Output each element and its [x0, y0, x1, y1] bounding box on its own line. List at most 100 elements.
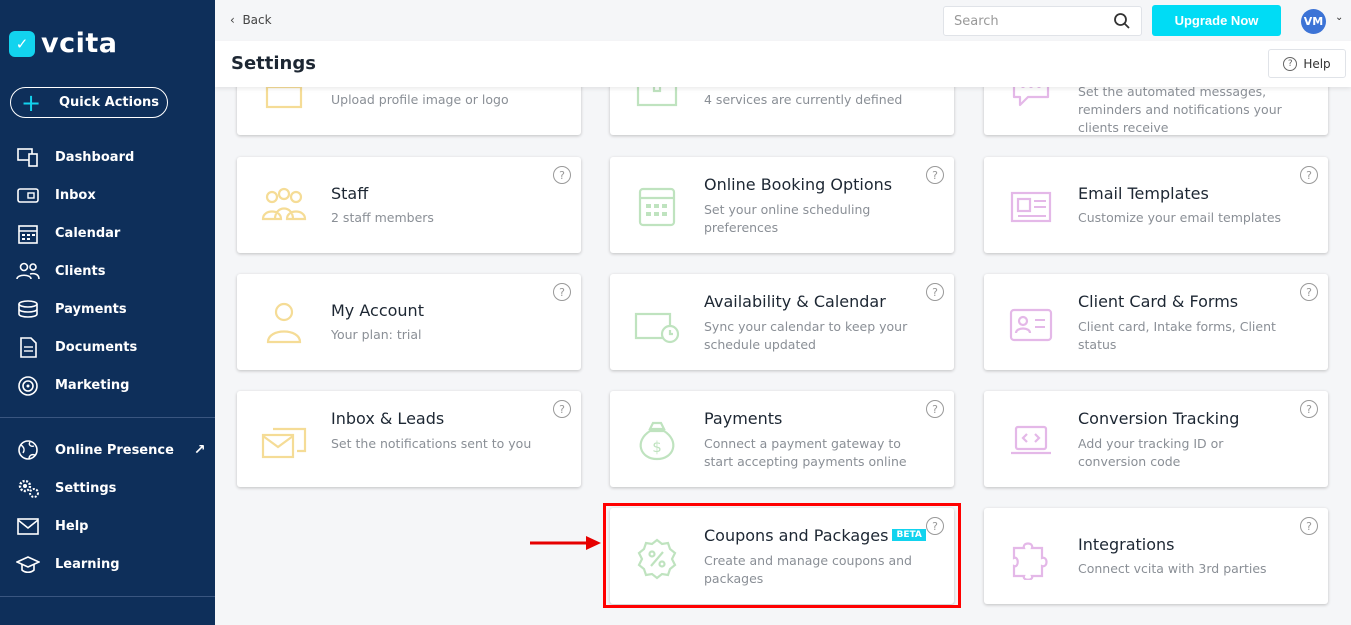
- card-subtitle: Connect a payment gateway to start accep…: [704, 436, 907, 469]
- top-bar: ‹ Back Search Upgrade Now VM ⌄: [215, 0, 1351, 41]
- card-title: Payments: [704, 409, 782, 428]
- card-title: Availability & Calendar: [704, 292, 886, 311]
- question-icon[interactable]: ?: [1300, 517, 1318, 535]
- question-icon[interactable]: ?: [1300, 166, 1318, 184]
- card-subtitle: Set the notifications sent to you: [331, 436, 532, 451]
- quick-actions-button[interactable]: + Quick Actions: [10, 87, 168, 118]
- card-title-text: My Account: [331, 301, 424, 320]
- newspaper-icon: [1010, 191, 1052, 223]
- clients-icon: [16, 262, 40, 280]
- mail-icon: [17, 518, 39, 535]
- search-icon[interactable]: [1113, 12, 1131, 30]
- settings-card-integrations[interactable]: Integrations Connect vcita with 3rd parti…: [984, 508, 1328, 604]
- sidebar-item-label: Learning: [55, 556, 120, 572]
- card-title: Email Templates: [1078, 184, 1209, 203]
- question-icon[interactable]: ?: [926, 283, 944, 301]
- question-icon[interactable]: ?: [926, 166, 944, 184]
- inbox-icon: [17, 188, 39, 203]
- card-title-text: Availability & Calendar: [704, 292, 886, 311]
- sidebar-item-marketing[interactable]: Marketing: [0, 370, 215, 400]
- calendar-icon: [18, 225, 38, 244]
- card-title: Conversion Tracking: [1078, 409, 1239, 428]
- sidebar-item-settings[interactable]: Settings: [0, 473, 215, 503]
- chevron-down-icon[interactable]: ⌄: [1335, 12, 1343, 23]
- settings-card-availability-calendar[interactable]: Availability & Calendar Sync your calenda…: [610, 274, 954, 370]
- question-icon[interactable]: ?: [553, 166, 571, 184]
- card-title: Client Card & Forms: [1078, 292, 1238, 311]
- sidebar-item-learning[interactable]: Learning: [0, 549, 215, 579]
- sidebar-item-dashboard[interactable]: Dashboard: [0, 142, 215, 172]
- search-placeholder: Search: [954, 13, 999, 29]
- external-link-icon[interactable]: ↗: [194, 442, 206, 458]
- card-subtitle: Client card, Intake forms, Client status: [1078, 319, 1276, 352]
- vcita-logo[interactable]: ✓ vcita: [9, 28, 118, 59]
- card-subtitle: Set your online scheduling preferences: [704, 202, 871, 235]
- card-title: Inbox & Leads: [331, 409, 444, 428]
- back-label: Back: [242, 13, 272, 27]
- sidebar-item-label: Help: [55, 518, 89, 534]
- sidebar-divider: [0, 417, 215, 418]
- question-icon[interactable]: ?: [926, 400, 944, 418]
- question-icon[interactable]: ?: [553, 400, 571, 418]
- marketing-icon: [18, 376, 38, 396]
- settings-card-staff[interactable]: Staff 2 staff members?: [237, 157, 581, 253]
- question-icon[interactable]: ?: [1300, 400, 1318, 418]
- card-title-text: Integrations: [1078, 535, 1175, 554]
- card-title-text: Client Card & Forms: [1078, 292, 1239, 311]
- settings-card-inbox-leads[interactable]: Inbox & Leads Set the notifications sent …: [237, 391, 581, 487]
- svg-text:$: $: [652, 438, 662, 456]
- card-subtitle: Upload profile image or logo: [331, 92, 509, 107]
- logo-icon: ✓: [9, 30, 35, 57]
- settings-card-conversion-tracking[interactable]: Conversion Tracking Add your tracking ID …: [984, 391, 1328, 487]
- sidebar: ✓ vcita + Quick Actions Dashboard Inbox Cal…: [0, 0, 215, 625]
- card-subtitle: Your plan: trial: [331, 327, 422, 342]
- plus-icon: +: [21, 88, 42, 117]
- sidebar-item-documents[interactable]: Documents: [0, 332, 215, 362]
- card-title: Staff: [331, 184, 368, 203]
- settings-card-online-booking-options[interactable]: Online Booking Options Set your online sc…: [610, 157, 954, 253]
- quick-actions-label: Quick Actions: [59, 95, 160, 110]
- sidebar-item-label: Dashboard: [55, 149, 135, 165]
- card-title-text: Inbox & Leads: [331, 409, 445, 428]
- sidebar-divider: [0, 596, 215, 597]
- sidebar-item-help[interactable]: Help: [0, 511, 215, 541]
- arrow-annotation: [530, 536, 601, 550]
- page-title: Settings: [231, 53, 316, 74]
- card-subtitle: Customize your email templates: [1078, 210, 1282, 225]
- settings-card-client-card-forms[interactable]: Client Card & Forms Client card, Intake f…: [984, 274, 1328, 370]
- documents-icon: [20, 337, 37, 358]
- puzzle-icon: [1012, 542, 1048, 580]
- sidebar-item-inbox[interactable]: Inbox: [0, 180, 215, 210]
- avatar[interactable]: VM: [1301, 9, 1326, 34]
- upgrade-now-button[interactable]: Upgrade Now: [1152, 5, 1281, 36]
- sidebar-item-payments[interactable]: Payments: [0, 294, 215, 324]
- settings-card-my-account[interactable]: My Account Your plan: trial?: [237, 274, 581, 370]
- question-icon[interactable]: ?: [1300, 283, 1318, 301]
- sidebar-item-online-presence[interactable]: Online Presence ↗: [0, 435, 215, 465]
- card-title-text: Staff: [331, 184, 369, 203]
- card-subtitle: Add your tracking ID or conversion code: [1078, 436, 1224, 469]
- card-title: Integrations: [1078, 535, 1175, 554]
- help-button[interactable]: ? Help: [1268, 49, 1346, 78]
- question-icon[interactable]: ?: [553, 283, 571, 301]
- search-input[interactable]: Search: [943, 6, 1142, 36]
- sidebar-item-label: Marketing: [55, 377, 130, 393]
- settings-card-email-templates[interactable]: Email Templates Customize your email temp…: [984, 157, 1328, 253]
- logo-text: vcita: [41, 28, 118, 59]
- card-subtitle: 2 staff members: [331, 210, 434, 225]
- card-subtitle: Sync your calendar to keep your schedule…: [704, 319, 908, 352]
- sidebar-item-calendar[interactable]: Calendar: [0, 218, 215, 248]
- sidebar-item-label: Inbox: [55, 187, 96, 203]
- card-title-text: Email Templates: [1078, 184, 1209, 203]
- settings-card-payments[interactable]: $ Payments Connect a payment gateway to st…: [610, 391, 954, 487]
- sidebar-item-label: Calendar: [55, 225, 121, 241]
- highlight-box: [603, 503, 961, 608]
- settings-icon: [18, 479, 39, 498]
- id-card-icon: [1009, 308, 1053, 342]
- graduation-cap-icon: [16, 556, 40, 574]
- calendar-icon: [638, 187, 676, 227]
- card-subtitle: Connect vcita with 3rd parties: [1078, 561, 1267, 576]
- back-link[interactable]: ‹ Back: [230, 13, 272, 27]
- envelopes-icon: [261, 427, 307, 459]
- sidebar-item-clients[interactable]: Clients: [0, 256, 215, 286]
